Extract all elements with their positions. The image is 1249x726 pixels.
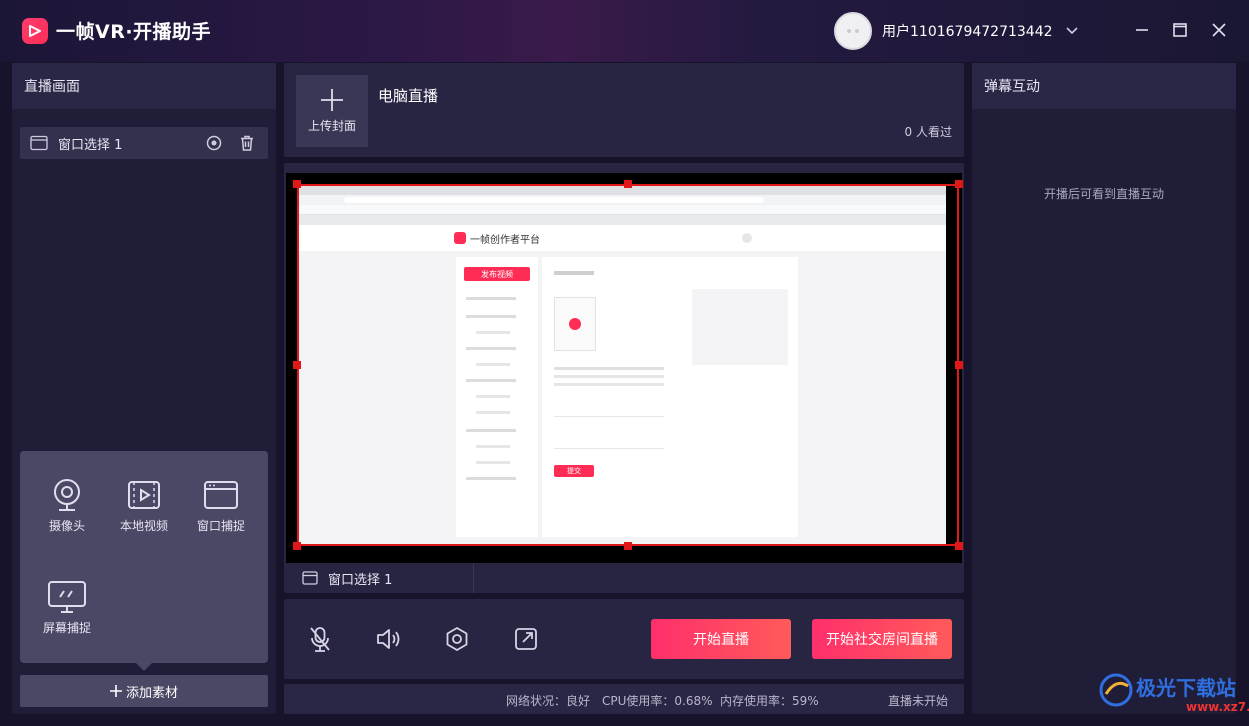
live-status: 直播未开始 — [888, 694, 949, 708]
share-icon[interactable] — [512, 625, 540, 653]
resize-handle[interactable] — [955, 542, 963, 550]
danmaku-panel: 弹幕互动 开播后可看到直播互动 — [972, 63, 1236, 714]
logo-icon — [22, 17, 48, 44]
live-scene-panel: 直播画面 窗口选择 1 摄像头 本地视频 窗口捕捉 屏幕捕捉 添加素材 — [12, 63, 276, 714]
selection-frame[interactable] — [297, 184, 959, 546]
close-button[interactable] — [1209, 20, 1229, 40]
resize-handle[interactable] — [293, 542, 301, 550]
plus-icon — [109, 685, 122, 697]
panel-header: 弹幕互动 — [972, 63, 1236, 109]
start-live-button[interactable]: 开始直播 — [651, 619, 791, 659]
stream-title[interactable]: 电脑直播 — [378, 85, 438, 106]
resize-handle[interactable] — [955, 180, 963, 188]
add-source-menu: 摄像头 本地视频 窗口捕捉 屏幕捕捉 — [20, 451, 268, 671]
source-label: 窗口选择 1 — [58, 137, 123, 153]
control-panel: 开始直播 开始社交房间直播 — [284, 599, 964, 679]
scene-tab-label: 窗口选择 1 — [328, 572, 393, 588]
watermark-logo-icon — [1099, 673, 1133, 707]
preview-canvas[interactable]: 一帧创作者平台 发布视频 提交 — [286, 173, 963, 563]
watermark-url: www.xz7.com — [1186, 700, 1249, 714]
scene-bar: 窗口选择 1 — [284, 563, 964, 593]
watermark-text: 极光下载站 — [1136, 676, 1236, 700]
menu-item-screen-capture[interactable]: 屏幕捕捉 — [32, 579, 102, 636]
upload-cover-button[interactable]: 上传封面 — [296, 75, 368, 147]
trash-icon[interactable] — [238, 134, 256, 152]
menu-item-label: 窗口捕捉 — [196, 519, 245, 533]
menu-item-label: 屏幕捕捉 — [42, 621, 91, 635]
menu-item-camera[interactable]: 摄像头 — [32, 477, 102, 534]
app-logo: 一帧VR·开播助手 — [22, 17, 211, 44]
resize-handle[interactable] — [293, 180, 301, 188]
minimize-button[interactable] — [1132, 20, 1152, 40]
memory-usage: 内存使用率：59% — [720, 694, 819, 708]
cpu-usage: CPU使用率：0.68% — [602, 694, 713, 708]
avatar[interactable] — [834, 12, 872, 50]
chevron-down-icon[interactable] — [1065, 24, 1079, 38]
speaker-icon[interactable] — [374, 625, 402, 653]
panel-header: 直播画面 — [12, 63, 276, 109]
source-item[interactable]: 窗口选择 1 — [20, 127, 268, 159]
minimize-icon — [1136, 29, 1148, 31]
microphone-muted-icon[interactable] — [306, 625, 334, 653]
add-source-label: 添加素材 — [125, 685, 178, 701]
maximize-button[interactable] — [1170, 20, 1190, 40]
stream-info-panel: 上传封面 电脑直播 0 人看过 — [284, 63, 964, 157]
resize-handle[interactable] — [293, 361, 301, 369]
menu-item-window-capture[interactable]: 窗口捕捉 — [186, 477, 256, 534]
resize-handle[interactable] — [624, 542, 632, 550]
network-status: 网络状况：良好 — [506, 694, 591, 708]
danmaku-hint: 开播后可看到直播互动 — [1043, 187, 1164, 201]
scene-tab[interactable]: 窗口选择 1 — [284, 563, 474, 593]
visibility-icon[interactable] — [205, 134, 223, 152]
menu-item-label: 摄像头 — [48, 519, 85, 533]
status-bar: 网络状况：良好 CPU使用率：0.68% 内存使用率：59% 直播未开始 — [284, 684, 964, 714]
upload-cover-label: 上传封面 — [307, 118, 356, 133]
resize-handle[interactable] — [624, 180, 632, 188]
app-title: 一帧VR·开播助手 — [56, 21, 212, 43]
add-source-button[interactable]: 添加素材 — [20, 675, 268, 707]
window-icon — [30, 135, 48, 151]
menu-item-label: 本地视频 — [119, 519, 168, 533]
video-icon — [128, 481, 160, 509]
preview-panel: 一帧创作者平台 发布视频 提交 窗口选择 1 — [284, 163, 964, 593]
maximize-icon — [1173, 23, 1187, 37]
user-menu[interactable]: 用户1101679472713442 — [834, 12, 1079, 50]
window-icon — [302, 571, 318, 585]
resize-handle[interactable] — [955, 361, 963, 369]
settings-icon[interactable] — [443, 625, 471, 653]
start-social-live-button[interactable]: 开始社交房间直播 — [812, 619, 952, 659]
title-bar: 一帧VR·开播助手 用户1101679472713442 — [0, 0, 1249, 62]
window-icon — [204, 481, 238, 509]
camera-icon — [54, 479, 80, 511]
monitor-icon — [48, 581, 86, 613]
viewer-count: 0 人看过 — [904, 125, 952, 139]
username: 用户1101679472713442 — [882, 24, 1053, 40]
plus-icon — [321, 88, 343, 111]
watermark: 极光下载站 www.xz7.com — [1098, 668, 1249, 726]
menu-item-local-video[interactable]: 本地视频 — [109, 477, 179, 534]
close-icon — [1212, 23, 1226, 37]
